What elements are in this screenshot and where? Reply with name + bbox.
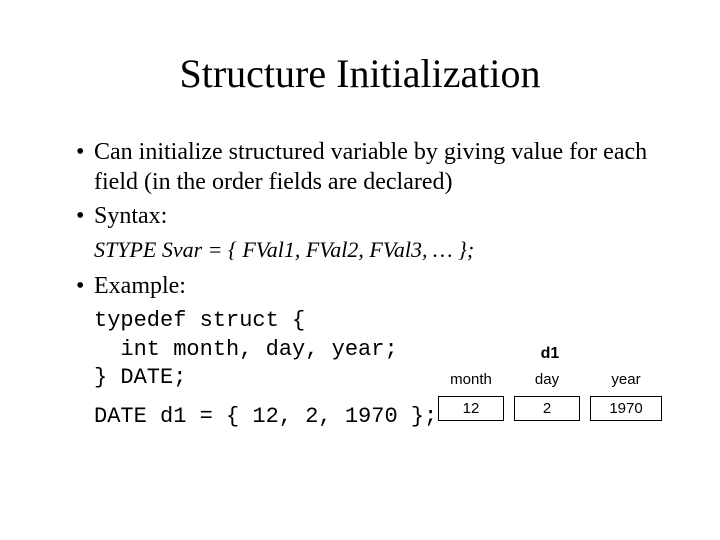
bullet-list: Example:: [50, 271, 670, 301]
bullet-item: Syntax:: [76, 201, 670, 231]
bullet-list: Can initialize structured variable by gi…: [50, 137, 670, 231]
diagram-field-value: 2: [514, 396, 580, 421]
diagram-field-name: year: [590, 371, 662, 388]
bullet-item: Can initialize structured variable by gi…: [76, 137, 670, 197]
slide-title: Structure Initialization: [50, 50, 670, 97]
diagram-varname: d1: [428, 345, 672, 363]
diagram-field-name: day: [514, 371, 580, 388]
code-line: int month, day, year;: [94, 337, 398, 362]
syntax-line: STYPE Svar = { FVal1, FVal2, FVal3, … };: [94, 237, 670, 263]
diagram-field-name: month: [438, 371, 504, 388]
bullet-item: Example:: [76, 271, 670, 301]
code-line: DATE d1 = { 12, 2, 1970 };: [94, 404, 437, 429]
diagram-field-value: 12: [438, 396, 504, 421]
struct-diagram: d1 month day year 12 2 1970: [428, 345, 672, 425]
code-line: typedef struct {: [94, 308, 305, 333]
slide: Structure Initialization Can initialize …: [0, 0, 720, 540]
code-line: } DATE;: [94, 365, 186, 390]
diagram-table: month day year 12 2 1970: [428, 367, 672, 425]
diagram-field-value: 1970: [590, 396, 662, 421]
